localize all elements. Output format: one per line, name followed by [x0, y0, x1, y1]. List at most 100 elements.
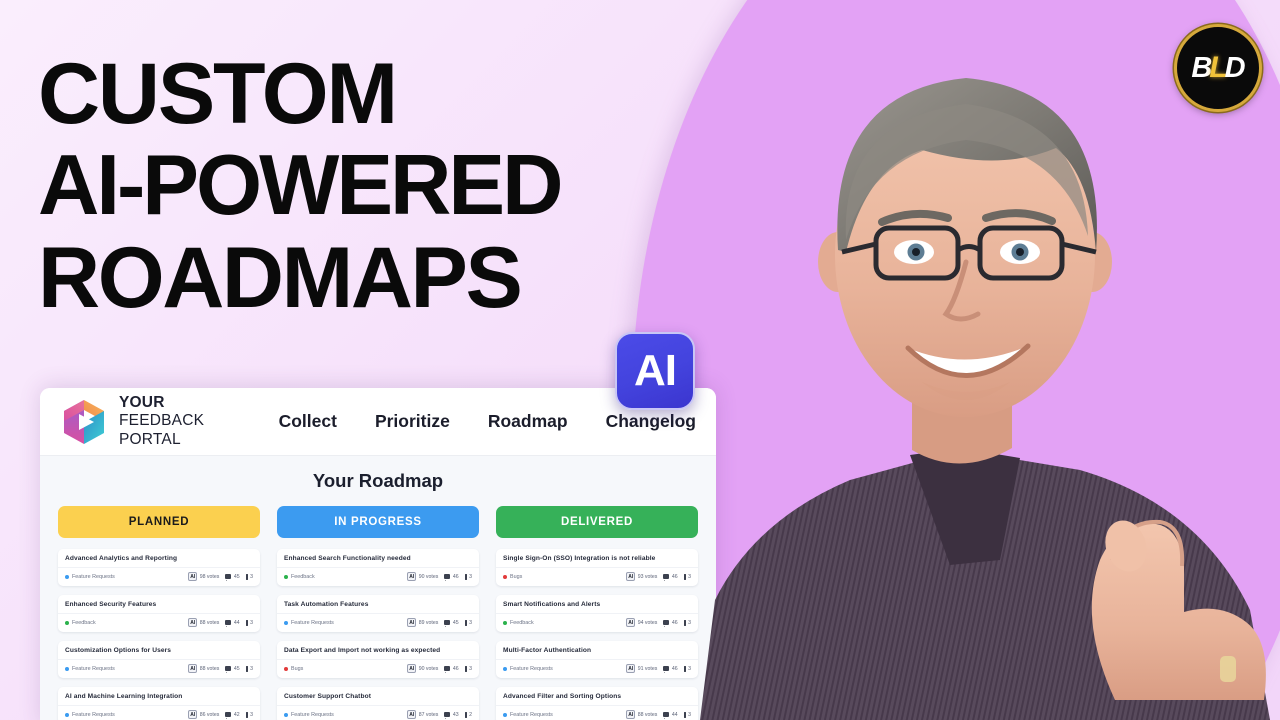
- brand[interactable]: YOUR FEEDBACK PORTAL: [60, 394, 235, 449]
- comments-label: 45: [233, 665, 240, 672]
- comment-count: 42: [225, 712, 240, 719]
- roadmap-card[interactable]: Customer Support Chatbot Feature Requests…: [277, 687, 479, 720]
- roadmap-column: IN PROGRESS Enhanced Search Functionality…: [277, 506, 479, 720]
- votes-label: 91 votes: [637, 665, 658, 672]
- votes-label: 87 votes: [418, 711, 439, 718]
- brand-text: YOUR FEEDBACK PORTAL: [119, 394, 235, 449]
- votes-label: 86 votes: [199, 711, 220, 718]
- card-meta: Feedback AI 88 votes 44 3: [58, 614, 260, 632]
- board-columns: PLANNED Advanced Analytics and Reporting F…: [58, 506, 698, 720]
- votes-label: 90 votes: [418, 573, 439, 580]
- card-tag: Feature Requests: [503, 712, 553, 718]
- priority-count: 3: [464, 665, 472, 672]
- roadmap-column: PLANNED Advanced Analytics and Reporting F…: [58, 506, 260, 720]
- card-title: Task Automation Features: [277, 595, 479, 614]
- card-title: Data Export and Import not working as ex…: [277, 641, 479, 660]
- card-meta: Bugs AI 90 votes 46 3: [277, 660, 479, 678]
- brand-line2: PORTAL: [119, 430, 181, 448]
- priority-icon: [464, 711, 467, 718]
- votes-label: 93 votes: [637, 573, 658, 580]
- priority-icon: [464, 665, 467, 672]
- priority-label: 3: [469, 665, 472, 672]
- tag-dot-icon: [284, 712, 288, 717]
- tag-label: Feature Requests: [72, 573, 115, 580]
- card-tag: Feedback: [65, 620, 96, 626]
- column-header-progress[interactable]: IN PROGRESS: [277, 506, 479, 538]
- tag-dot-icon: [284, 574, 288, 579]
- votes-label: 98 votes: [199, 573, 220, 580]
- card-title: Enhanced Search Functionality needed: [277, 549, 479, 568]
- tag-label: Feedback: [291, 573, 315, 580]
- card-stats: AI 88 votes 44 3: [188, 618, 253, 627]
- tag-label: Feature Requests: [510, 711, 553, 718]
- card-stats: AI 89 votes 45 3: [407, 618, 472, 627]
- priority-count: 3: [464, 619, 472, 626]
- card-meta: Feature Requests AI 86 votes 42 3: [58, 706, 260, 720]
- tag-dot-icon: [503, 620, 507, 625]
- tag-label: Feedback: [510, 619, 534, 626]
- page-title: CUSTOM AI-POWERED ROADMAPS: [38, 51, 678, 328]
- priority-label: 3: [469, 573, 472, 580]
- ai-score: AI 98 votes: [188, 572, 219, 581]
- priority-label: 3: [250, 665, 253, 672]
- comment-icon: [225, 620, 232, 627]
- headline-line-2: AI-POWERED: [38, 138, 564, 234]
- card-title: AI and Machine Learning Integration: [58, 687, 260, 706]
- ai-badge-label: AI: [634, 346, 677, 395]
- votes-label: 89 votes: [418, 619, 439, 626]
- menu-item-collect[interactable]: Collect: [279, 411, 337, 432]
- roadmap-card[interactable]: AI and Machine Learning Integration Featu…: [58, 687, 260, 720]
- comment-count: 45: [444, 619, 459, 627]
- comment-count: 43: [444, 711, 459, 719]
- comments-label: 46: [452, 665, 459, 672]
- priority-icon: [245, 619, 248, 626]
- comments-label: 43: [452, 711, 459, 718]
- logo-ring: B L D: [1174, 24, 1262, 112]
- card-title: Customer Support Chatbot: [277, 687, 479, 706]
- logo-text: B L D: [1191, 51, 1246, 85]
- priority-label: 3: [250, 619, 253, 626]
- column-header-planned[interactable]: PLANNED: [58, 506, 260, 538]
- board-title: Your Roadmap: [312, 470, 444, 491]
- votes-label: 88 votes: [199, 665, 220, 672]
- ai-chip-icon: AI: [407, 572, 417, 581]
- tag-label: Bugs: [510, 573, 523, 580]
- ai-score: AI 88 votes: [626, 710, 657, 719]
- comments-label: 46: [452, 573, 459, 580]
- priority-label: 3: [250, 711, 253, 718]
- comments-label: 45: [452, 619, 459, 626]
- app-navbar: YOUR FEEDBACK PORTAL Collect Prioritize …: [40, 388, 716, 456]
- card-tag: Feature Requests: [284, 620, 334, 626]
- roadmap-card[interactable]: Advanced Analytics and Reporting Feature …: [58, 549, 260, 586]
- portal-logo-icon: [64, 399, 104, 444]
- roadmap-card[interactable]: Enhanced Search Functionality needed Feed…: [277, 549, 479, 586]
- card-meta: Feedback AI 90 votes 46 3: [277, 568, 479, 586]
- card-tag: Feature Requests: [503, 666, 553, 672]
- ai-chip-icon: AI: [407, 710, 417, 719]
- ai-score: AI 90 votes: [407, 664, 438, 673]
- votes-label: 90 votes: [418, 665, 439, 672]
- ai-score: AI 89 votes: [407, 618, 438, 627]
- roadmap-card[interactable]: Data Export and Import not working as ex…: [277, 641, 479, 678]
- ai-score: AI 86 votes: [188, 710, 219, 719]
- tag-dot-icon: [503, 574, 507, 579]
- comment-icon: [444, 574, 451, 581]
- priority-icon: [464, 619, 467, 626]
- comment-count: 44: [225, 620, 240, 627]
- roadmap-card[interactable]: Enhanced Security Features Feedback AI 88 v…: [58, 595, 260, 632]
- menu-item-prioritize[interactable]: Prioritize: [375, 411, 450, 432]
- tag-label: Feature Requests: [510, 665, 553, 672]
- card-title: Customization Options for Users: [58, 641, 260, 660]
- comment-count: 45: [225, 665, 240, 673]
- menu-item-roadmap[interactable]: Roadmap: [488, 411, 568, 432]
- ai-chip-icon: AI: [188, 618, 198, 627]
- roadmap-card[interactable]: Task Automation Features Feature Requests…: [277, 595, 479, 632]
- card-tag: Feature Requests: [65, 574, 115, 580]
- comment-icon: [225, 666, 232, 673]
- comments-label: 45: [233, 573, 240, 580]
- card-stats: AI 88 votes 45 3: [188, 664, 253, 673]
- ai-chip-icon: AI: [407, 664, 417, 673]
- roadmap-board: Your Roadmap PLANNED Advanced Analytics a…: [40, 456, 716, 720]
- logo-letter-d: D: [1224, 51, 1246, 84]
- roadmap-card[interactable]: Customization Options for Users Feature R…: [58, 641, 260, 678]
